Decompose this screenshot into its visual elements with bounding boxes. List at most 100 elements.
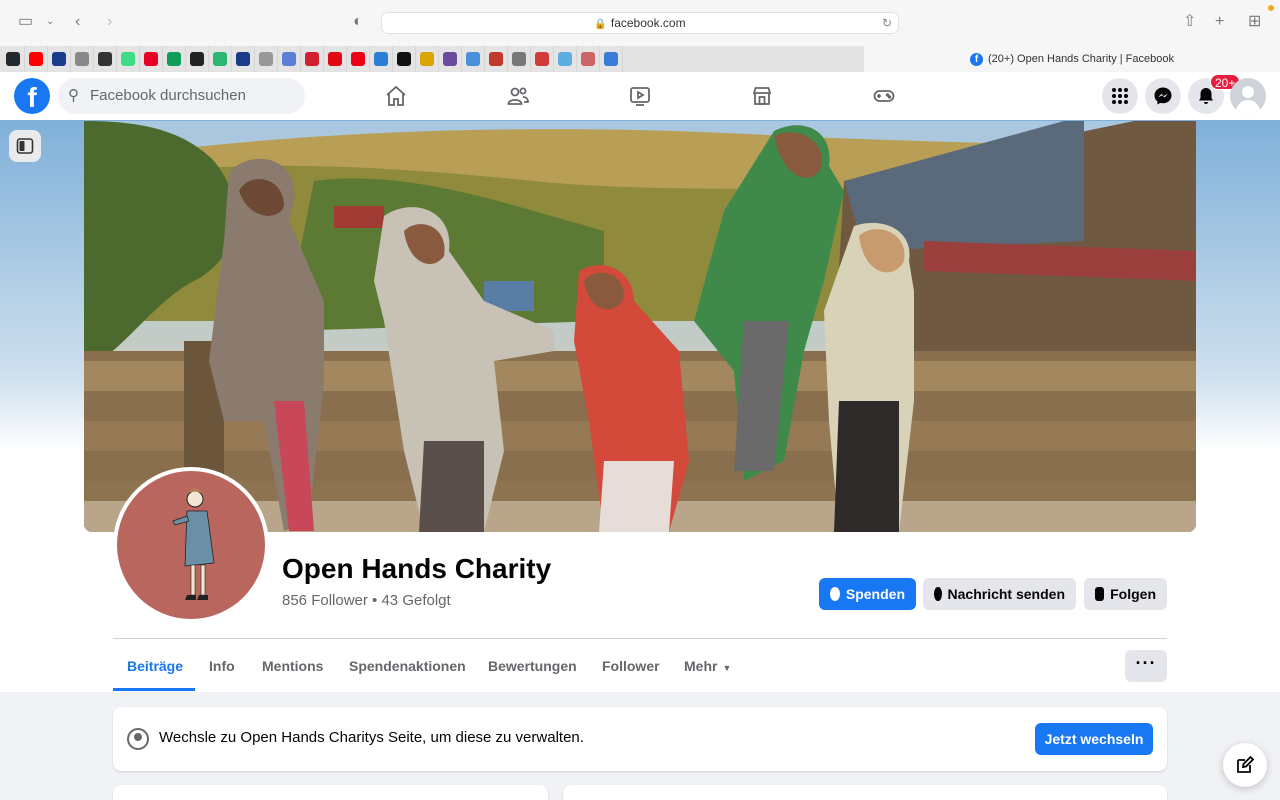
account-avatar[interactable] — [1230, 78, 1266, 114]
favorite-bookmark[interactable] — [25, 46, 48, 72]
spiral-icon — [98, 52, 112, 66]
tab-reviews[interactable]: Bewertungen — [488, 646, 577, 686]
favorite-bookmark[interactable] — [117, 46, 140, 72]
friends-icon[interactable] — [488, 80, 548, 112]
sparkasse-icon — [328, 52, 342, 66]
o-icon — [75, 52, 89, 66]
profile-switch-icon — [127, 728, 149, 750]
favorite-bookmark[interactable] — [209, 46, 232, 72]
status-dot — [1268, 5, 1274, 11]
switch-now-button[interactable]: Jetzt wechseln — [1035, 723, 1153, 755]
sidebar-panel-icon[interactable] — [9, 130, 41, 162]
active-tab-indicator — [113, 688, 195, 691]
back-icon[interactable]: ‹ — [75, 12, 80, 32]
search-placeholder: Facebook durchsuchen — [90, 87, 246, 104]
tab-info[interactable]: Info — [209, 646, 235, 686]
posts-card — [563, 785, 1167, 800]
facebook-logo-icon[interactable]: f — [14, 78, 50, 114]
favorite-bookmark[interactable] — [462, 46, 485, 72]
tab-followers[interactable]: Follower — [602, 646, 660, 686]
marketplace-icon[interactable] — [732, 80, 792, 112]
favorite-bookmark[interactable] — [163, 46, 186, 72]
k-red-icon — [305, 52, 319, 66]
shield-icon[interactable]: ◐ — [353, 12, 363, 32]
donate-icon — [830, 587, 840, 601]
share-icon[interactable]: ⇧ — [1183, 12, 1196, 32]
compose-icon — [1237, 755, 1255, 773]
browser-toolbar: ▭ ⌄ ‹ › ◐ 🔒 facebook.com ↻ ⇧ + ⊞ — [0, 0, 1280, 46]
donate-label: Spenden — [845, 586, 905, 602]
cloud-icon — [604, 52, 618, 66]
page-stats: 856 Follower • 43 Gefolgt — [282, 592, 451, 609]
lock-icon: 🔒 — [594, 19, 607, 30]
favorite-bookmark[interactable] — [531, 46, 554, 72]
diamond-icon — [466, 52, 480, 66]
favorite-bookmark[interactable] — [278, 46, 301, 72]
header-divider — [113, 638, 1167, 639]
profile-picture[interactable] — [113, 467, 269, 623]
bubble-icon — [558, 52, 572, 66]
new-message-button[interactable] — [1223, 743, 1267, 787]
favorite-bookmark[interactable] — [347, 46, 370, 72]
favorite-bookmark[interactable] — [416, 46, 439, 72]
favorite-bookmark[interactable] — [48, 46, 71, 72]
pinterest-icon — [144, 52, 158, 66]
favorite-bookmark[interactable] — [186, 46, 209, 72]
section-icon — [397, 52, 411, 66]
asterisk-icon — [121, 52, 135, 66]
active-tab[interactable]: f (20+) Open Hands Charity | Facebook — [864, 46, 1280, 72]
home-icon[interactable] — [366, 80, 426, 112]
favorite-bookmark[interactable] — [439, 46, 462, 72]
cover-photo[interactable] — [84, 121, 1196, 532]
reload-icon[interactable]: ↻ — [882, 13, 892, 33]
favorite-bookmark[interactable] — [577, 46, 600, 72]
tab-more[interactable]: Mehr ▼ — [684, 646, 731, 686]
tab-overview-icon[interactable]: ⊞ — [1248, 12, 1261, 32]
page-title: Open Hands Charity — [282, 553, 552, 584]
send-message-button[interactable]: Nachricht senden — [923, 578, 1076, 610]
menu-grid-icon[interactable] — [1102, 78, 1138, 114]
address-bar[interactable]: 🔒 facebook.com ↻ — [381, 12, 899, 34]
forward-icon[interactable]: › — [107, 12, 112, 32]
favorite-bookmark[interactable] — [393, 46, 416, 72]
messenger-icon[interactable] — [1145, 78, 1181, 114]
tab-mentions[interactable]: Mentions — [262, 646, 323, 686]
intro-card — [113, 785, 548, 800]
favorite-bookmark[interactable] — [485, 46, 508, 72]
favorite-bookmark[interactable] — [301, 46, 324, 72]
instagram-icon — [190, 52, 204, 66]
search-input[interactable]: ⚲ Facebook durchsuchen — [58, 78, 305, 114]
favorite-bookmark[interactable] — [255, 46, 278, 72]
favorite-bookmark[interactable] — [71, 46, 94, 72]
follow-icon — [1095, 587, 1105, 601]
chevron-down-icon[interactable]: ⌄ — [46, 12, 54, 32]
tab-posts[interactable]: Beiträge — [127, 646, 183, 686]
url-text: facebook.com — [610, 16, 686, 30]
github-icon — [6, 52, 20, 66]
translate-icon — [374, 52, 388, 66]
messenger-icon — [934, 587, 942, 601]
favorite-bookmark[interactable] — [232, 46, 255, 72]
favorite-bookmark[interactable] — [370, 46, 393, 72]
switch-profile-text: Wechsle zu Open Hands Charitys Seite, um… — [159, 729, 584, 746]
favorite-bookmark[interactable] — [324, 46, 347, 72]
p-green-icon — [213, 52, 227, 66]
favorite-bookmark[interactable] — [2, 46, 25, 72]
follow-button[interactable]: Folgen — [1084, 578, 1167, 610]
follow-label: Folgen — [1110, 586, 1156, 602]
favorite-bookmark[interactable] — [600, 46, 623, 72]
new-tab-icon[interactable]: + — [1215, 12, 1224, 32]
favorite-bookmark[interactable] — [554, 46, 577, 72]
favorite-bookmark[interactable] — [94, 46, 117, 72]
more-options-button[interactable]: ··· — [1125, 650, 1167, 682]
watch-icon[interactable] — [610, 80, 670, 112]
favorite-bookmark[interactable] — [508, 46, 531, 72]
favorite-bookmark[interactable] — [140, 46, 163, 72]
tab-fundraisers[interactable]: Spendenaktionen — [349, 646, 466, 686]
caret-down-icon: ▼ — [722, 663, 732, 673]
gaming-icon[interactable] — [854, 80, 914, 112]
chart-icon — [581, 52, 595, 66]
donate-button[interactable]: Spenden — [819, 578, 916, 610]
sidebar-toggle-icon[interactable]: ▭ — [18, 12, 33, 32]
youtube-icon — [29, 52, 43, 66]
